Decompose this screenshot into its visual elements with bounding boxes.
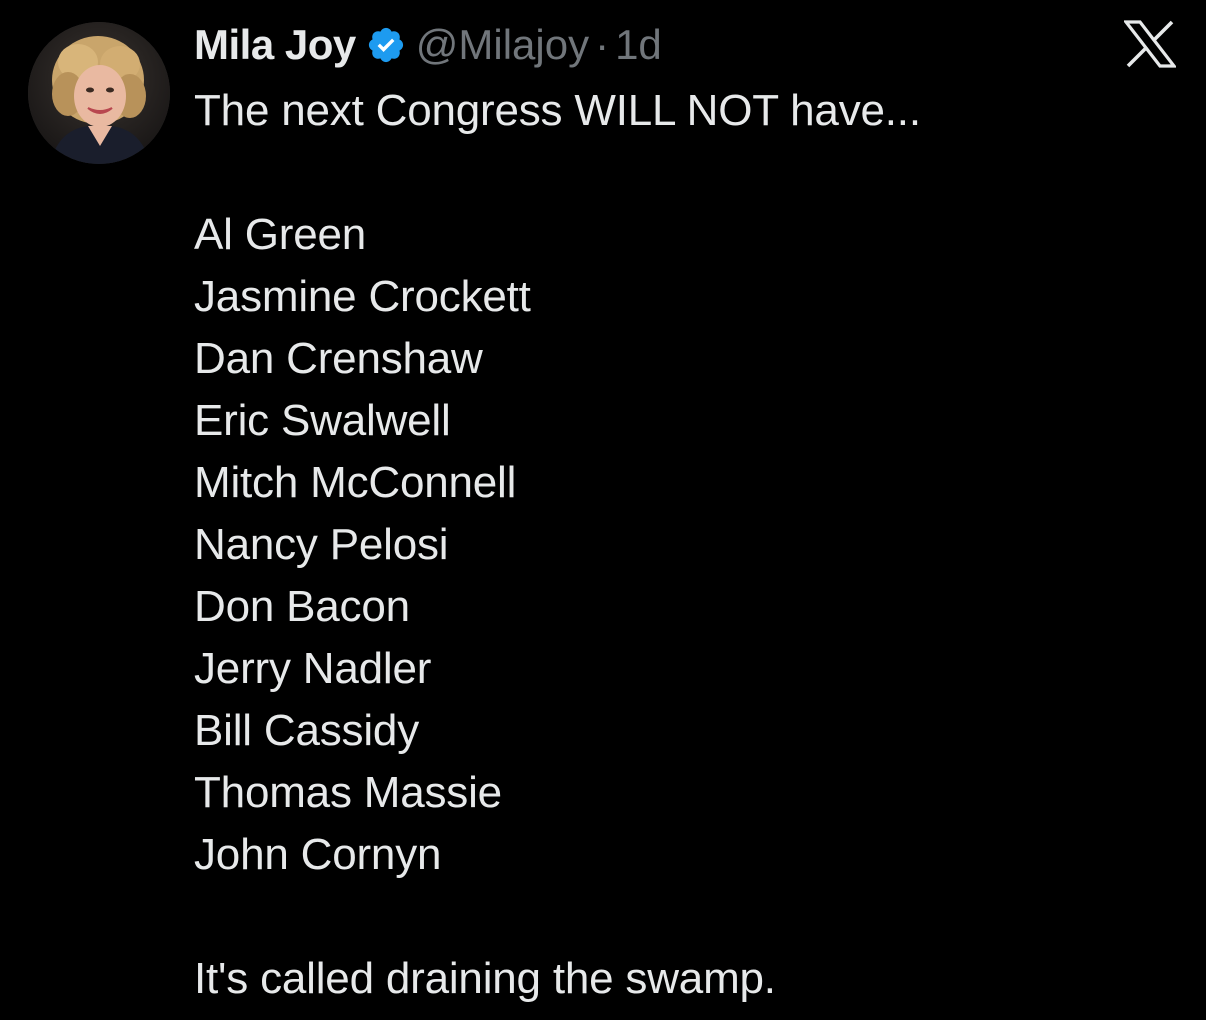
name-list-item: Don Bacon: [194, 582, 410, 631]
name-list-item: Thomas Massie: [194, 768, 502, 817]
verified-badge-icon[interactable]: [366, 25, 406, 65]
author-display-name[interactable]: Mila Joy: [194, 21, 356, 69]
name-list-item: Al Green: [194, 210, 367, 259]
name-list-item: Dan Crenshaw: [194, 334, 483, 383]
tweet-card: Mila Joy @Milajoy · 1d The next Congress…: [0, 0, 1206, 1020]
x-logo-icon: [1122, 20, 1178, 68]
name-list-item: Bill Cassidy: [194, 706, 419, 755]
tweet-closing-line: It's called draining the swamp.: [194, 954, 776, 1003]
tweet-timestamp[interactable]: 1d: [615, 21, 662, 69]
tweet-intro-line: The next Congress WILL NOT have...: [194, 86, 921, 135]
name-list-item: Jerry Nadler: [194, 644, 432, 693]
name-list-item: Nancy Pelosi: [194, 520, 449, 569]
avatar-image: [28, 22, 170, 164]
name-list-item: John Cornyn: [194, 830, 442, 879]
avatar[interactable]: [28, 22, 170, 164]
name-list-item: Mitch McConnell: [194, 458, 517, 507]
tweet-text: The next Congress WILL NOT have... Al Gr…: [194, 80, 1174, 1010]
author-handle[interactable]: @Milajoy: [416, 21, 589, 69]
name-list-item: Eric Swalwell: [194, 396, 451, 445]
tweet-header: Mila Joy @Milajoy · 1d: [194, 18, 662, 72]
name-list-item: Jasmine Crockett: [194, 272, 531, 321]
separator-dot: ·: [595, 21, 610, 68]
